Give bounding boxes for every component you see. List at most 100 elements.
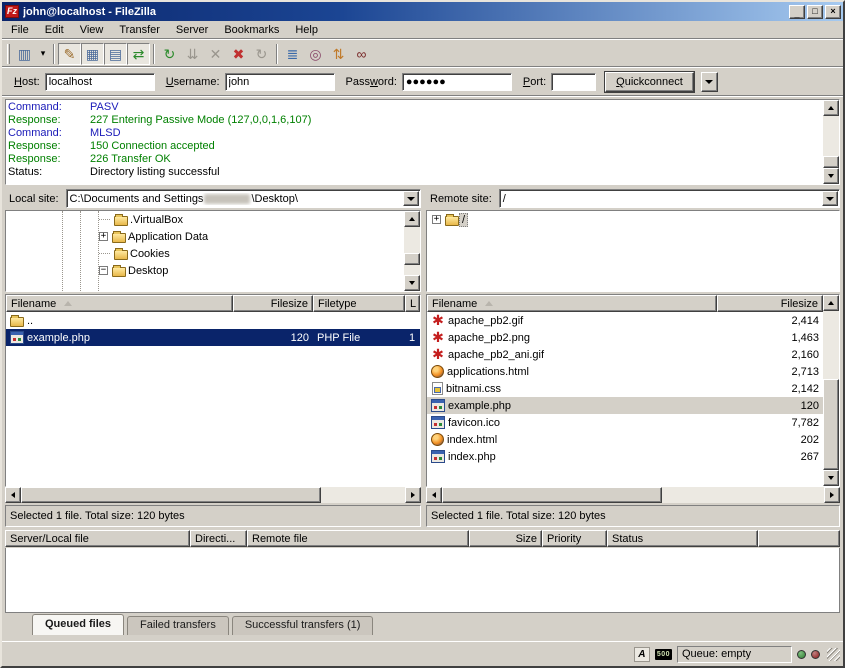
tree-item-application-data[interactable]: +Application Data: [6, 228, 404, 245]
scroll-left-button[interactable]: [5, 487, 21, 503]
reconnect-button[interactable]: ↻: [250, 43, 273, 65]
scrollbar-thumb[interactable]: [404, 253, 420, 265]
tree-item-root[interactable]: +/: [427, 211, 839, 228]
file-row-apache-pb2-gif[interactable]: apache_pb2.gif2,414: [427, 312, 823, 329]
toggle-transfer-queue-button[interactable]: ⇄: [127, 43, 150, 65]
remote-list-scrollbar[interactable]: [823, 295, 839, 486]
scrollbar-track[interactable]: [823, 311, 839, 379]
tree-item-cookies[interactable]: Cookies: [6, 245, 404, 262]
menu-view[interactable]: View: [72, 21, 112, 39]
remote-site-combo[interactable]: /: [499, 189, 840, 208]
scroll-up-button[interactable]: [823, 295, 839, 311]
find-files-button[interactable]: ∞: [350, 43, 373, 65]
quickconnect-dropdown-button[interactable]: [701, 72, 718, 92]
expand-icon[interactable]: +: [432, 215, 441, 224]
column-header-filetype[interactable]: Filetype: [313, 295, 405, 312]
tab-queued-files[interactable]: Queued files: [32, 614, 124, 635]
maximize-button[interactable]: □: [807, 5, 823, 19]
site-manager-dropdown[interactable]: ▾: [36, 43, 50, 65]
close-button[interactable]: ×: [825, 5, 841, 19]
disconnect-button[interactable]: ✖: [227, 43, 250, 65]
file-row-applications-html[interactable]: applications.html2,713: [427, 363, 823, 380]
scrollbar-thumb[interactable]: [442, 487, 662, 503]
file-row-bitnami-css[interactable]: bitnami.css2,142: [427, 380, 823, 397]
username-field[interactable]: [225, 73, 335, 91]
password-field[interactable]: [402, 73, 512, 91]
column-header-status[interactable]: Status: [607, 530, 758, 547]
remote-list-hscrollbar[interactable]: [426, 487, 840, 503]
menu-file[interactable]: File: [3, 21, 37, 39]
column-header-priority[interactable]: Priority: [542, 530, 607, 547]
menu-edit[interactable]: Edit: [37, 21, 72, 39]
scrollbar-track[interactable]: [404, 265, 420, 275]
directory-comparison-button[interactable]: ◎: [304, 43, 327, 65]
file-row-[interactable]: ..: [6, 312, 420, 329]
file-row-index-php[interactable]: index.php267: [427, 448, 823, 465]
resize-grip[interactable]: [827, 648, 840, 661]
menu-help[interactable]: Help: [287, 21, 326, 39]
scrollbar-track[interactable]: [823, 116, 839, 156]
file-row-example-php[interactable]: example.php120PHP File1: [6, 329, 420, 346]
toggle-message-log-button[interactable]: ✎: [58, 43, 81, 65]
scrollbar-track[interactable]: [321, 487, 405, 503]
scroll-left-button[interactable]: [426, 487, 442, 503]
title-bar[interactable]: Fz john@localhost - FileZilla _ □ ×: [2, 2, 843, 21]
tab-failed-transfers[interactable]: Failed transfers: [127, 616, 229, 635]
scrollbar-thumb[interactable]: [823, 379, 839, 470]
file-row-favicon-ico[interactable]: favicon.ico7,782: [427, 414, 823, 431]
scroll-right-button[interactable]: [824, 487, 840, 503]
host-field[interactable]: [45, 73, 155, 91]
site-manager-button[interactable]: ▥: [13, 43, 36, 65]
tree-item-desktop[interactable]: −Desktop: [6, 262, 404, 279]
column-header-filesize[interactable]: Filesize: [717, 295, 823, 312]
scroll-down-button[interactable]: [823, 470, 839, 486]
column-header-filename[interactable]: Filename: [427, 295, 717, 312]
filter-button[interactable]: ≣: [281, 43, 304, 65]
file-row-example-php[interactable]: example.php120: [427, 397, 823, 414]
message-log-scrollbar[interactable]: [823, 100, 839, 184]
collapse-icon[interactable]: −: [99, 266, 108, 275]
queue-list[interactable]: [5, 548, 840, 613]
toggle-local-tree-button[interactable]: ▦: [81, 43, 104, 65]
process-queue-button[interactable]: ⇊: [181, 43, 204, 65]
scrollbar-track[interactable]: [404, 227, 420, 253]
column-header-filename[interactable]: Filename: [6, 295, 233, 312]
menu-transfer[interactable]: Transfer: [111, 21, 168, 39]
tree-item-virtualbox[interactable]: .VirtualBox: [6, 211, 404, 228]
refresh-button[interactable]: ↻: [158, 43, 181, 65]
scrollbar-track[interactable]: [662, 487, 824, 503]
file-row-index-html[interactable]: index.html202: [427, 431, 823, 448]
column-header-size[interactable]: Size: [469, 530, 542, 547]
site-manager-icon: ▾: [41, 49, 46, 58]
column-header-directi[interactable]: Directi...: [190, 530, 247, 547]
minimize-button[interactable]: _: [789, 5, 805, 19]
column-header-l[interactable]: L: [405, 295, 420, 312]
scroll-right-button[interactable]: [405, 487, 421, 503]
local-site-dropdown-button[interactable]: [403, 191, 419, 206]
menu-server[interactable]: Server: [168, 21, 216, 39]
column-header-blank[interactable]: [758, 530, 840, 547]
expand-icon[interactable]: +: [99, 232, 108, 241]
column-header-filesize[interactable]: Filesize: [233, 295, 313, 312]
local-list-hscrollbar[interactable]: [5, 487, 421, 503]
column-header-remote-file[interactable]: Remote file: [247, 530, 469, 547]
local-tree-scrollbar[interactable]: [404, 211, 420, 291]
file-row-apache-pb2-png[interactable]: apache_pb2.png1,463: [427, 329, 823, 346]
port-field[interactable]: [551, 73, 596, 91]
column-header-server-local-file[interactable]: Server/Local file: [5, 530, 190, 547]
quickconnect-button[interactable]: Quickconnect: [605, 72, 694, 92]
file-row-apache-pb2-ani-gif[interactable]: apache_pb2_ani.gif2,160: [427, 346, 823, 363]
scroll-up-button[interactable]: [404, 211, 420, 227]
scrollbar-thumb[interactable]: [823, 156, 839, 168]
scroll-down-button[interactable]: [404, 275, 420, 291]
scroll-down-button[interactable]: [823, 168, 839, 184]
scrollbar-thumb[interactable]: [21, 487, 321, 503]
synchronized-browsing-button[interactable]: ⇅: [327, 43, 350, 65]
toggle-remote-tree-button[interactable]: ▤: [104, 43, 127, 65]
tab-successful-transfers-1[interactable]: Successful transfers (1): [232, 616, 374, 635]
menu-bookmarks[interactable]: Bookmarks: [216, 21, 287, 39]
scroll-up-button[interactable]: [823, 100, 839, 116]
remote-site-dropdown-button[interactable]: [822, 191, 838, 206]
local-site-combo[interactable]: C:\Documents and Settings\Desktop\: [66, 189, 421, 208]
cancel-operation-button[interactable]: ✕: [204, 43, 227, 65]
